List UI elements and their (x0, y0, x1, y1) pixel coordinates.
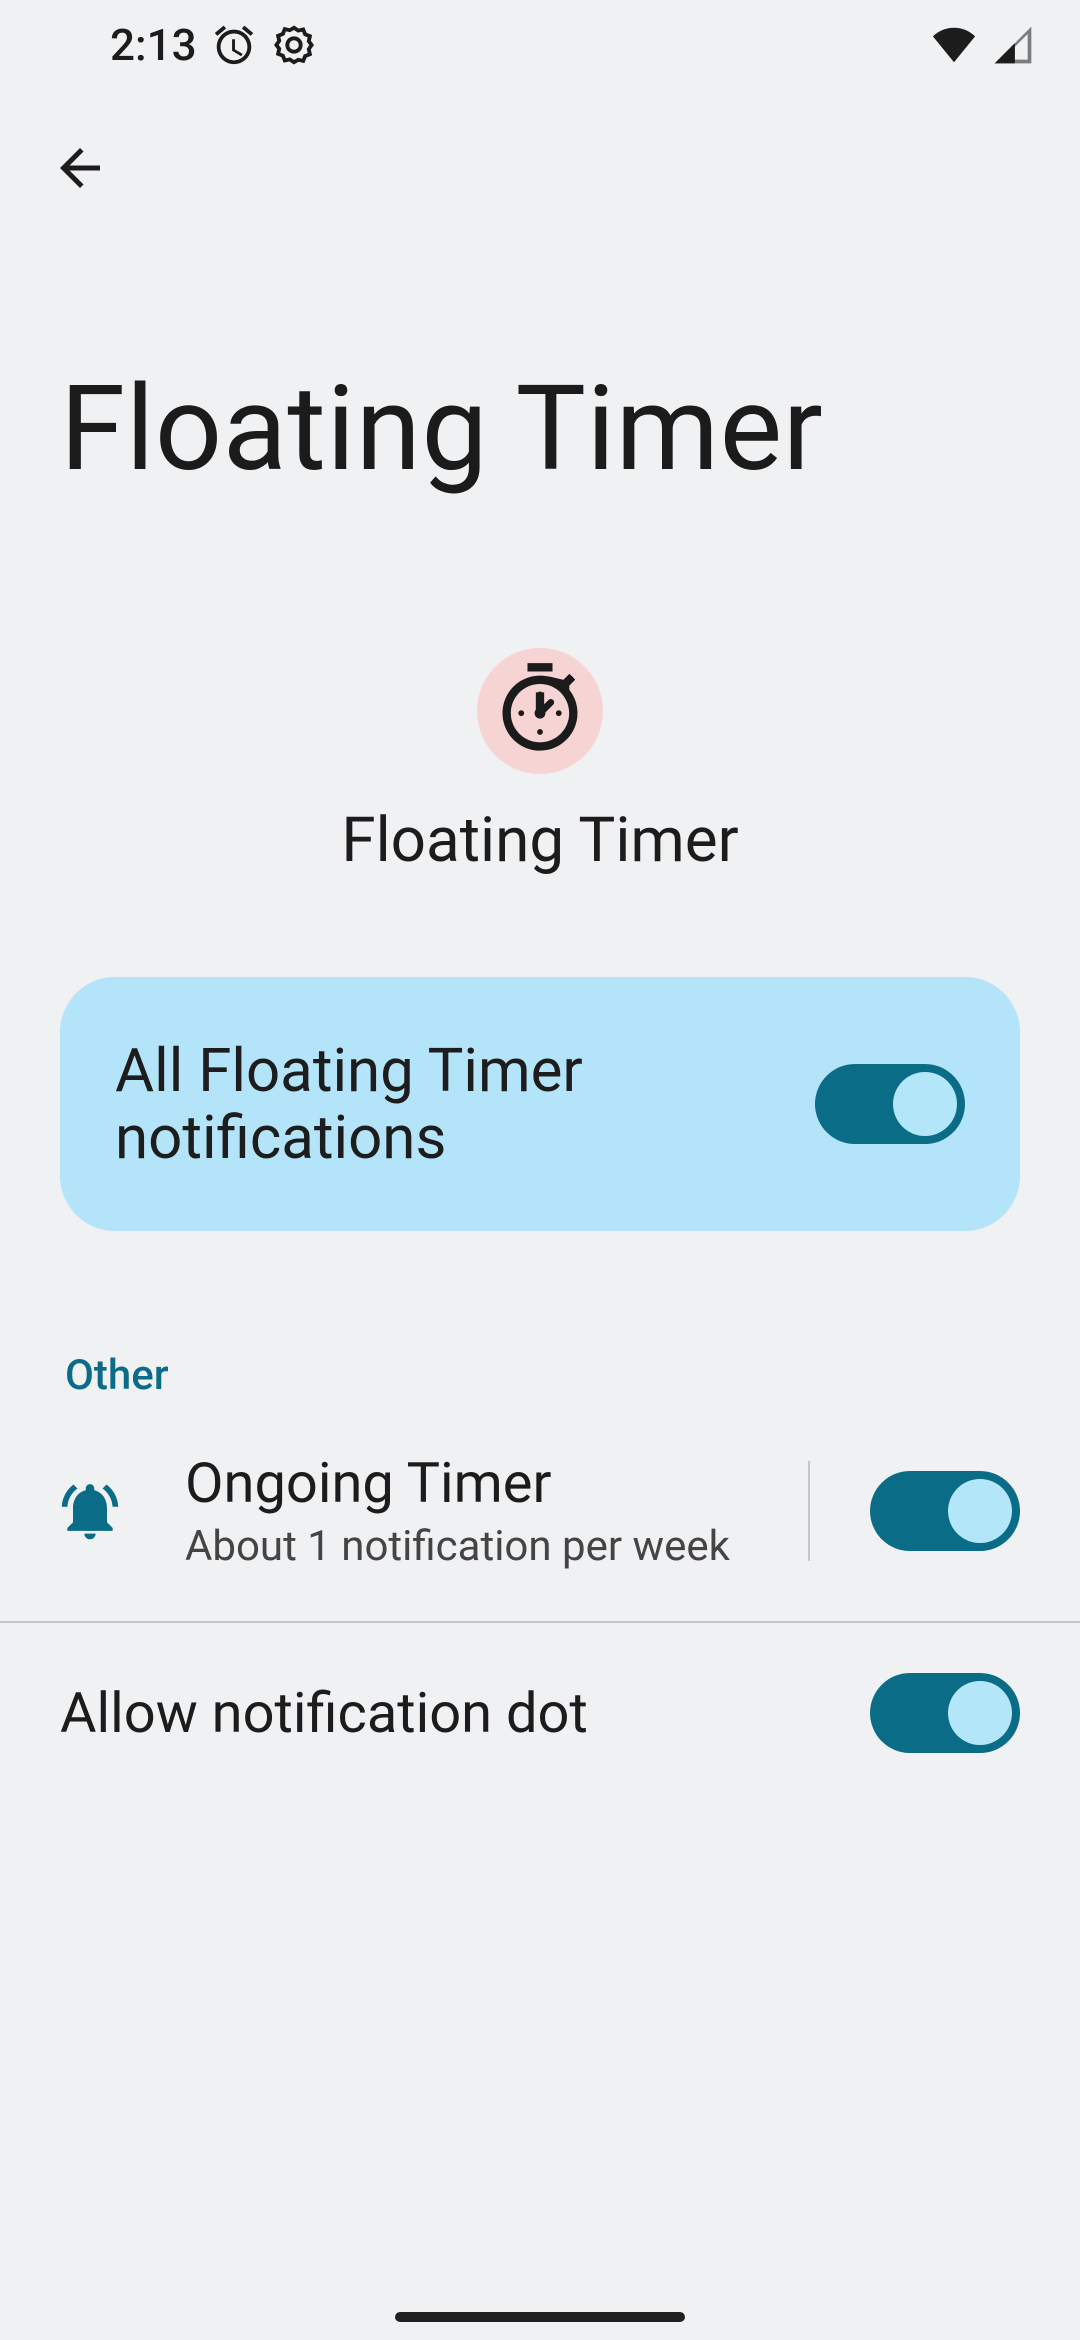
channel-toggle-switch[interactable] (870, 1471, 1020, 1551)
wifi-icon (931, 25, 977, 65)
switch-thumb (948, 1681, 1012, 1745)
allow-notification-dot-row[interactable]: Allow notification dot (0, 1623, 1080, 1803)
stopwatch-icon (490, 659, 590, 763)
switch-thumb (948, 1479, 1012, 1543)
master-notifications-toggle[interactable]: All Floating Timer notifications (60, 977, 1020, 1231)
master-toggle-switch[interactable] (815, 1064, 965, 1144)
status-time: 2:13 (110, 19, 197, 71)
notification-dot-label: Allow notification dot (60, 1680, 588, 1746)
cellular-icon (991, 23, 1035, 67)
switch-thumb (893, 1072, 957, 1136)
alarm-icon (211, 22, 257, 68)
master-toggle-label: All Floating Timer notifications (115, 1037, 735, 1171)
app-bar (0, 90, 1080, 250)
vertical-divider (808, 1461, 810, 1561)
app-name-label: Floating Timer (341, 804, 738, 877)
channel-title: Ongoing Timer (185, 1450, 748, 1516)
gear-icon (271, 22, 317, 68)
notification-bell-icon (55, 1477, 125, 1545)
channel-subtitle: About 1 notification per week (185, 1522, 748, 1571)
section-header-other: Other (0, 1231, 1080, 1400)
app-icon (477, 648, 603, 774)
status-left: 2:13 (110, 19, 317, 71)
channel-row-ongoing-timer[interactable]: Ongoing Timer About 1 notification per w… (0, 1400, 1080, 1621)
channel-text: Ongoing Timer About 1 notification per w… (185, 1450, 748, 1571)
page-title: Floating Timer (0, 250, 1080, 538)
back-arrow-icon[interactable] (50, 138, 110, 202)
status-right (931, 23, 1035, 67)
status-bar: 2:13 (0, 0, 1080, 90)
notification-dot-switch[interactable] (870, 1673, 1020, 1753)
navigation-handle[interactable] (395, 2312, 685, 2322)
app-header: Floating Timer (0, 538, 1080, 877)
